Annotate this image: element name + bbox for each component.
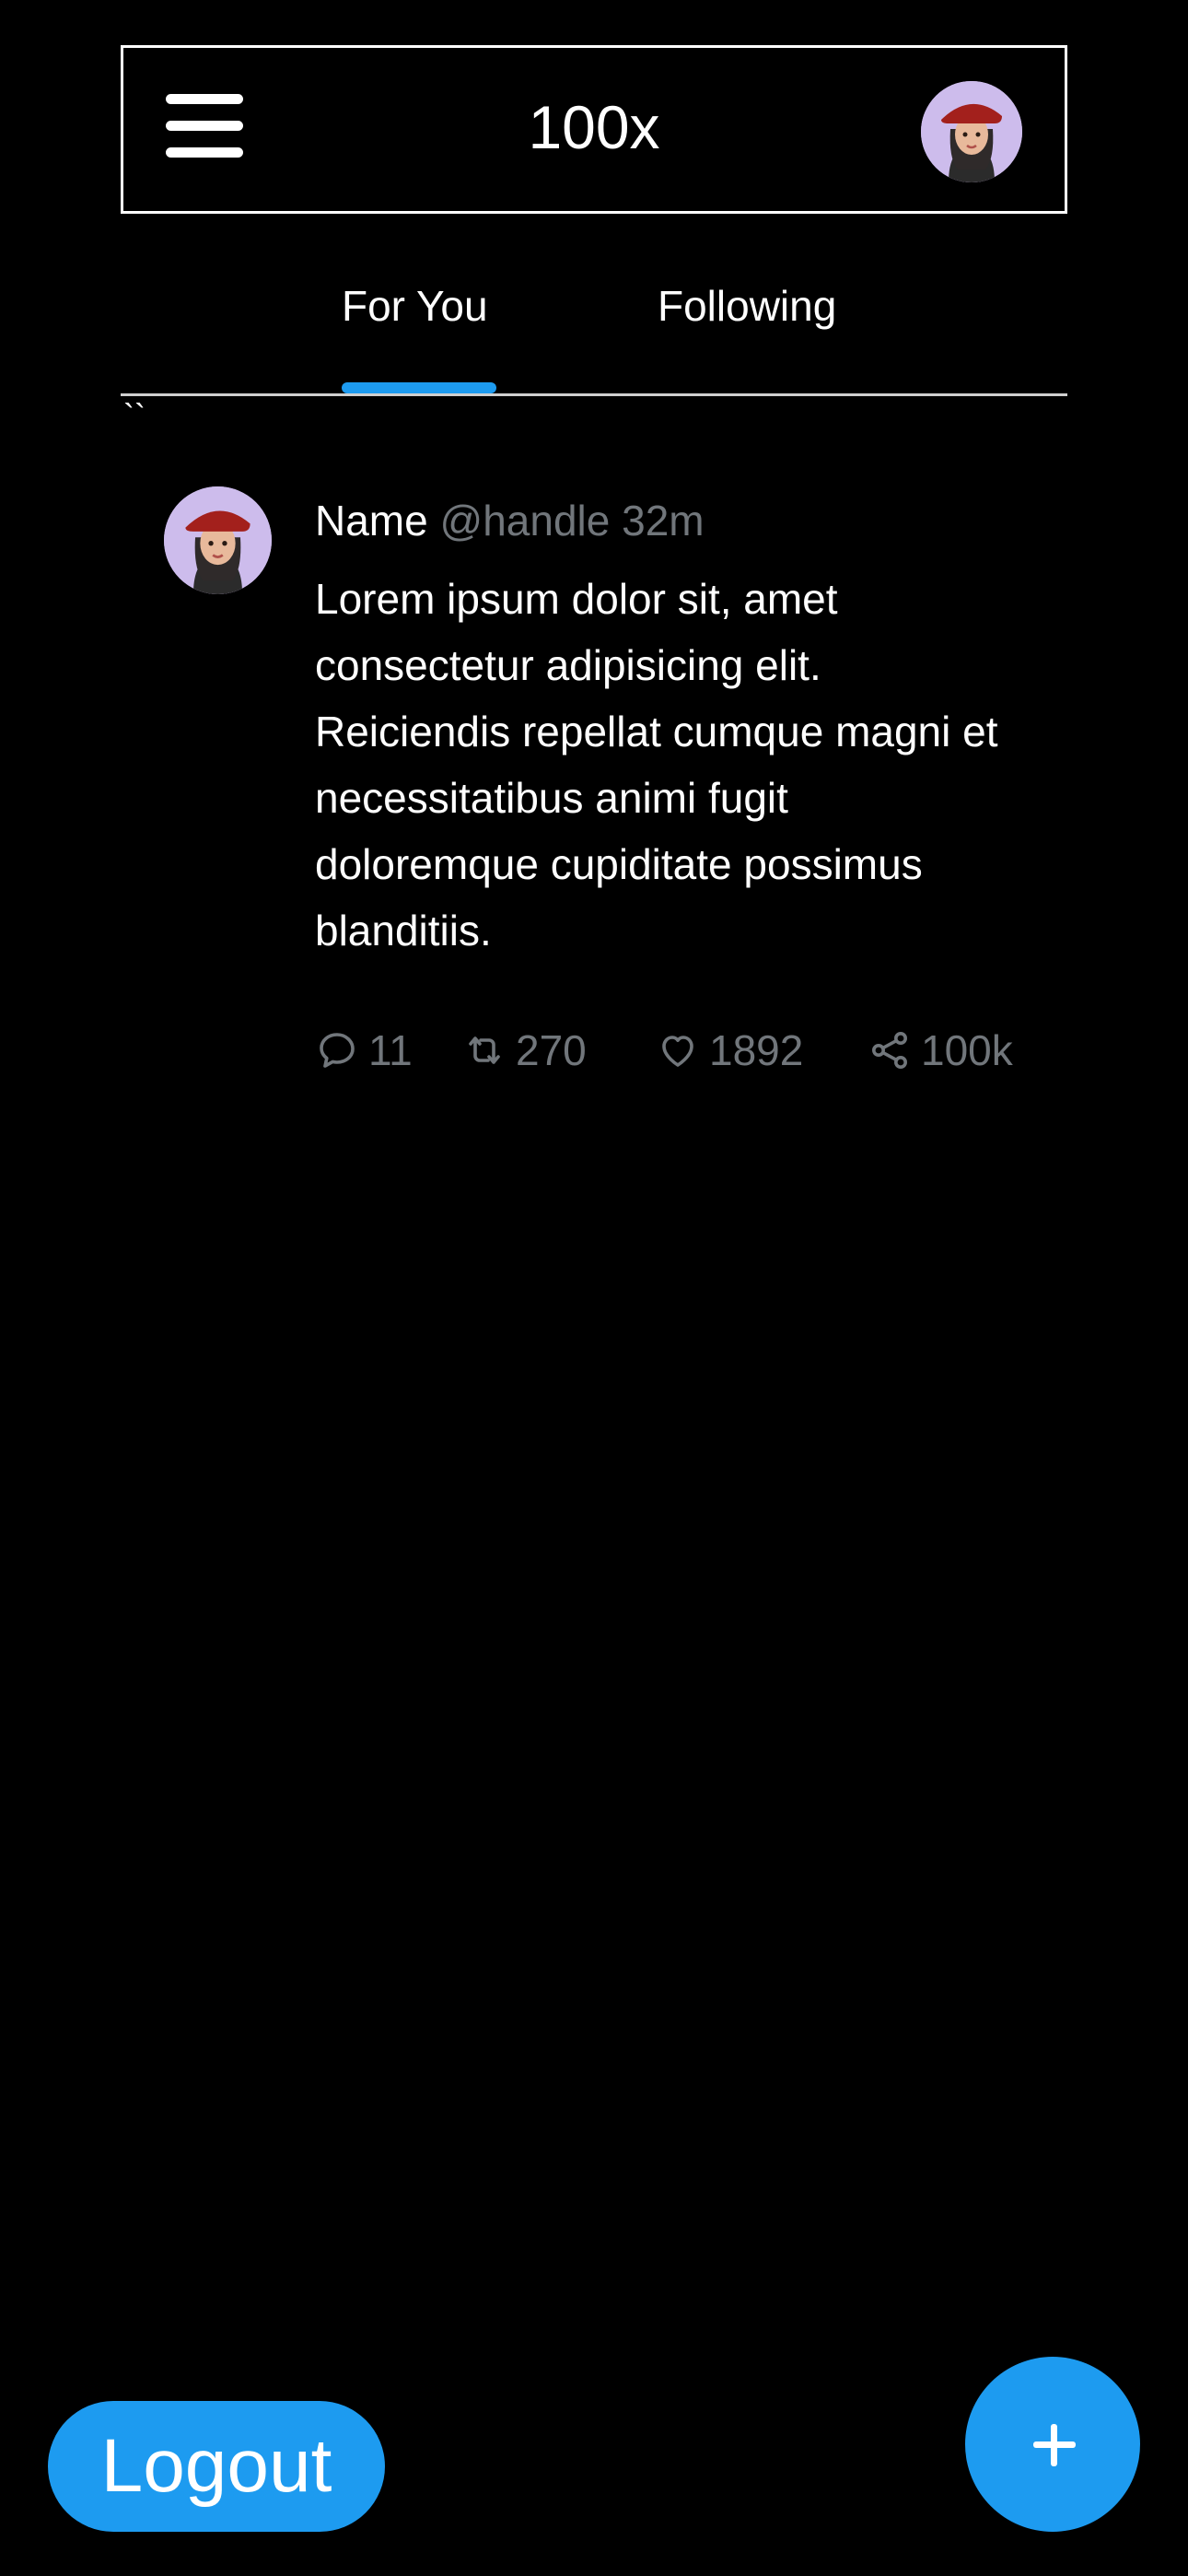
repost-button[interactable]: 270 [462,1021,587,1080]
reply-count: 11 [368,1026,413,1074]
share-button[interactable]: 100k [868,1021,1013,1080]
avatar-illustration-icon [164,486,272,594]
stray-backticks: `` [123,397,146,435]
like-button[interactable]: 1892 [656,1021,803,1080]
post-actions: 11 270 1892 100k [315,1021,1052,1080]
like-count: 1892 [709,1026,804,1074]
post-author-name[interactable]: Name [315,497,428,544]
compose-button[interactable] [965,2357,1140,2532]
profile-avatar[interactable] [921,81,1022,182]
active-tab-indicator [342,382,496,393]
share-icon [872,1032,907,1069]
top-header: 100x [121,45,1067,214]
post-timestamp: 32m [622,497,705,544]
reply-button[interactable]: 11 [315,1021,413,1080]
feed-tabs: For You Following [121,258,1067,396]
post-meta: Name @handle 32m [315,492,705,549]
avatar-illustration-icon [921,81,1022,182]
tab-following[interactable]: Following [658,278,836,334]
heart-icon [662,1036,693,1067]
logout-button[interactable]: Logout [48,2401,385,2532]
tab-for-you[interactable]: For You [342,278,488,334]
post-author-avatar[interactable] [164,486,272,594]
post-author-handle[interactable]: @handle [440,497,611,544]
repost-count: 270 [516,1026,587,1074]
share-count: 100k [921,1026,1013,1074]
comment-icon [320,1033,355,1068]
post-body: Lorem ipsum dolor sit, amet consectetur … [315,575,998,954]
repost-icon [469,1036,500,1064]
page: 100x For You Following `` Name @handle 3… [0,0,1188,2576]
